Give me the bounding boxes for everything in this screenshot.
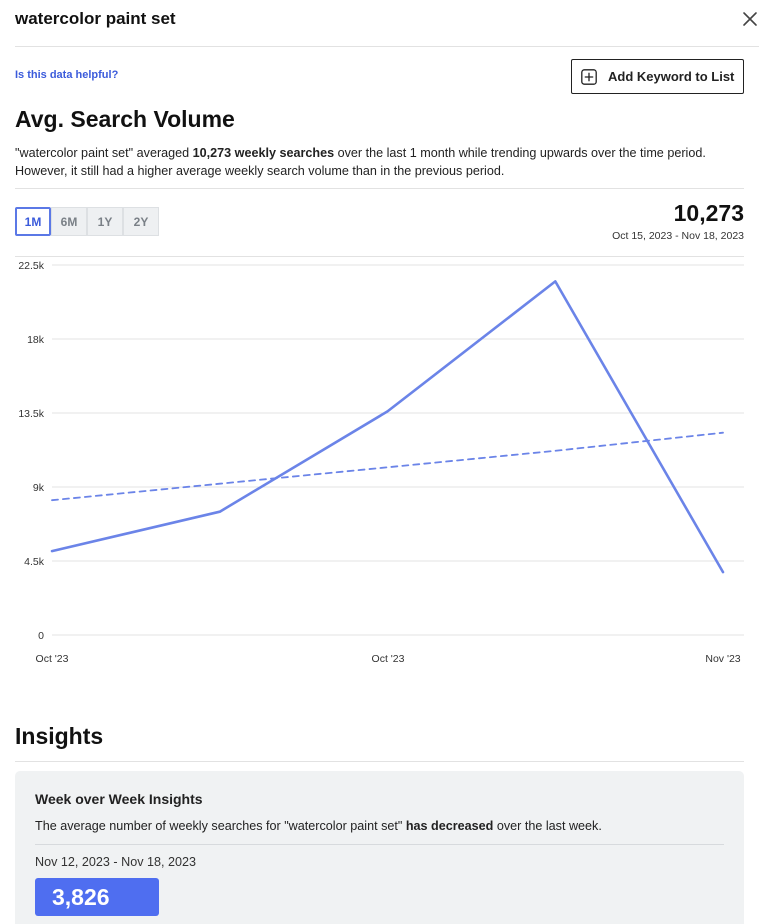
y-tick-label: 13.5k bbox=[18, 408, 44, 420]
header: watercolor paint set bbox=[15, 0, 759, 47]
x-tick-label: Oct '23 bbox=[36, 653, 69, 665]
y-tick-label: 18k bbox=[27, 334, 45, 346]
range-button-1y[interactable]: 1Y bbox=[87, 207, 123, 236]
range-button-2y[interactable]: 2Y bbox=[123, 207, 159, 236]
close-button[interactable] bbox=[741, 10, 759, 28]
average-volume-value: 10,273 bbox=[673, 200, 744, 226]
y-tick-label: 0 bbox=[38, 630, 44, 642]
x-tick-label: Oct '23 bbox=[372, 653, 405, 665]
card-title: Week over Week Insights bbox=[35, 791, 203, 807]
plus-square-icon bbox=[581, 68, 597, 85]
add-keyword-label: Add Keyword to List bbox=[608, 69, 735, 84]
time-range-selector: 1M 6M 1Y 2Y bbox=[15, 207, 159, 236]
card-period: Nov 12, 2023 - Nov 18, 2023 bbox=[35, 855, 197, 869]
insights-divider bbox=[15, 761, 744, 762]
desc-text-bold: 10,273 weekly searches bbox=[192, 146, 335, 160]
keyword-title: watercolor paint set bbox=[15, 9, 176, 28]
x-tick-label: Nov '23 bbox=[705, 653, 740, 665]
insights-title: Insights bbox=[15, 723, 104, 749]
card-divider bbox=[35, 844, 724, 845]
card-text-post: over the last week. bbox=[493, 819, 602, 833]
card-text-bold: has decreased bbox=[405, 819, 494, 833]
trend-line bbox=[51, 431, 724, 502]
y-tick-label: 9k bbox=[33, 482, 45, 494]
section-title: Avg. Search Volume bbox=[15, 106, 235, 132]
average-volume-date-range: Oct 15, 2023 - Nov 18, 2023 bbox=[612, 230, 744, 242]
card-value-badge: 3,826 bbox=[35, 878, 159, 916]
add-keyword-button[interactable]: Add Keyword to List bbox=[571, 59, 744, 94]
range-button-1m[interactable]: 1M bbox=[15, 207, 51, 236]
data-helpful-link[interactable]: Is this data helpful? bbox=[15, 69, 118, 81]
search-volume-chart: 0 4.5k 9k 13.5k 18k 22.5k Oct '23 Oct '23 Nov '2… bbox=[18, 260, 744, 665]
desc-text-pre: "watercolor paint set" averaged bbox=[15, 146, 193, 160]
volume-line bbox=[50, 280, 725, 574]
search-volume-description: "watercolor paint set" averaged 10,273 w… bbox=[15, 144, 744, 180]
y-tick-label: 22.5k bbox=[18, 260, 44, 272]
card-text: The average number of weekly searches fo… bbox=[35, 819, 602, 833]
range-button-6m[interactable]: 6M bbox=[51, 207, 87, 236]
y-tick-label: 4.5k bbox=[24, 556, 45, 568]
section-divider bbox=[15, 188, 744, 189]
close-icon bbox=[743, 12, 757, 26]
week-over-week-card: Week over Week Insights The average numb… bbox=[15, 771, 744, 924]
card-text-pre: The average number of weekly searches fo… bbox=[35, 819, 406, 833]
